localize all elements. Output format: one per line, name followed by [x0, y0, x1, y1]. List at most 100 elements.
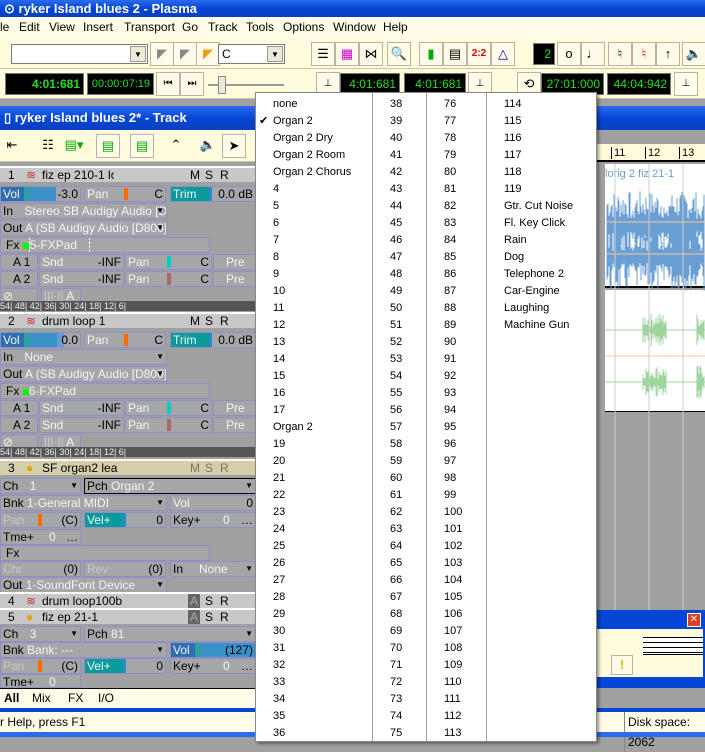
menu-item[interactable]: 39 [390, 113, 402, 130]
output-select[interactable]: Out A (SB Audigy Audio [D800] 3 ▼ [0, 366, 167, 382]
menu-item[interactable]: 76 [444, 96, 456, 113]
trim-slider[interactable]: Trim 0.0 dB [170, 332, 256, 348]
menu-item[interactable]: 26 [273, 555, 285, 572]
channel-select[interactable]: Ch 1 ▼ [0, 478, 81, 494]
menu-item[interactable]: 64 [390, 538, 402, 555]
solo-button[interactable]: S [205, 461, 213, 475]
midi-pan[interactable]: Pan (C) [0, 512, 81, 528]
menu-item[interactable]: 87 [444, 283, 456, 300]
menu-item[interactable]: 82 [444, 198, 456, 215]
envelope-icon[interactable]: ⌃ [164, 134, 188, 158]
menu-item[interactable]: Laughing [504, 300, 549, 317]
menu-item[interactable]: 88 [444, 300, 456, 317]
menu-item[interactable]: 51 [390, 317, 402, 334]
tab-mix[interactable]: Mix [32, 689, 51, 707]
menu-item[interactable]: 50 [390, 300, 402, 317]
menu-item[interactable]: 106 [444, 606, 462, 623]
chorus-level[interactable]: Chr (0) [0, 561, 81, 577]
record-button[interactable]: R [220, 610, 229, 624]
console-button[interactable]: ▮ [419, 42, 443, 66]
midi-volume[interactable]: Vol (127) [170, 642, 256, 658]
menu-item[interactable]: 63 [390, 521, 402, 538]
menu-item[interactable]: Organ 2 Dry [273, 130, 333, 147]
menu-item[interactable]: none [273, 96, 297, 113]
menu-item[interactable]: 9 [273, 266, 279, 283]
menu-insert[interactable]: Insert [83, 17, 113, 37]
menu-item[interactable]: 81 [444, 181, 456, 198]
menu-item[interactable]: 12 [273, 317, 285, 334]
time-offset[interactable]: Tme+ 0 [0, 674, 81, 688]
aux-send-2[interactable]: A 2 [0, 271, 38, 287]
loop-end-display[interactable]: 44:04:942 [607, 73, 671, 95]
pre-post-toggle[interactable]: Pre [213, 400, 256, 416]
tab-fx[interactable]: FX [68, 689, 83, 707]
menu-item[interactable]: 78 [444, 130, 456, 147]
fast-forward-button[interactable]: ⏭ [180, 72, 204, 96]
menu-item[interactable]: 74 [390, 708, 402, 725]
volume-slider[interactable]: Vol -3.0 [0, 186, 81, 202]
track-view2-icon[interactable]: ▤ [130, 134, 154, 158]
menu-item[interactable]: 89 [444, 317, 456, 334]
rewind-button[interactable]: ⏮ [156, 72, 180, 96]
menu-item[interactable]: 105 [444, 589, 462, 606]
menu-item[interactable]: 86 [444, 266, 456, 283]
channel-select[interactable]: Ch 3 ▼ [0, 626, 81, 642]
menu-item[interactable]: 55 [390, 385, 402, 402]
menu-item[interactable]: 52 [390, 334, 402, 351]
output-select[interactable]: Out A (SB Audigy Audio [D800] 3 ▼ [0, 220, 167, 236]
loop-end-button[interactable]: ⊥ [674, 72, 698, 96]
menu-file[interactable]: le [0, 17, 9, 37]
menu-item[interactable]: 56 [390, 402, 402, 419]
insert-track-icon[interactable]: ▤▾ [62, 134, 86, 158]
menu-item[interactable]: 30 [273, 623, 285, 640]
menu-item[interactable]: 38 [390, 96, 402, 113]
menu-item[interactable]: 71 [390, 657, 402, 674]
now-time-display[interactable]: 4:01:681 [5, 73, 84, 95]
track-header[interactable]: 2 ≋ drum loop 1 M S R [0, 312, 256, 328]
send-pan[interactable]: Pan C [125, 400, 212, 416]
count-in-button[interactable]: ↑ [656, 42, 680, 66]
menu-item[interactable]: 53 [390, 351, 402, 368]
menu-edit[interactable]: Edit [19, 17, 40, 37]
track-name[interactable]: fiz ep 21-1 [42, 610, 98, 624]
close-button[interactable]: ✕ [687, 613, 701, 627]
menu-tools[interactable]: Tools [246, 17, 274, 37]
menu-item[interactable]: 7 [273, 232, 279, 249]
key-offset[interactable]: Key+ 0… [170, 658, 256, 674]
metronome-record-button[interactable]: ♮ [632, 42, 656, 66]
menu-item[interactable]: 36 [273, 725, 285, 742]
menu-item[interactable]: 6 [273, 215, 279, 232]
mute-button[interactable]: M [190, 461, 200, 475]
speaker-icon[interactable]: 🔈 [682, 42, 705, 66]
audio-icon[interactable]: 🔈 [196, 134, 220, 158]
menu-item[interactable]: 67 [390, 589, 402, 606]
menu-item[interactable]: 98 [444, 470, 456, 487]
menu-item[interactable]: 115 [504, 113, 522, 130]
menu-item[interactable]: 77 [444, 113, 456, 130]
patch-select[interactable]: Pch Organ 2 ▼ [84, 478, 256, 494]
menu-item[interactable]: 20 [273, 453, 285, 470]
menu-item[interactable]: 65 [390, 555, 402, 572]
record-button[interactable]: R [220, 168, 229, 182]
velocity-offset[interactable]: Vel+ 0 [84, 658, 166, 674]
solo-button[interactable]: S [205, 314, 213, 328]
menu-item[interactable]: 15 [273, 368, 285, 385]
menu-item[interactable]: 22 [273, 487, 285, 504]
menu-item[interactable]: 73 [390, 691, 402, 708]
menu-item[interactable]: Organ 2 Room [273, 147, 345, 164]
menu-track[interactable]: Track [208, 17, 238, 37]
menu-item[interactable]: Organ 2 [273, 113, 313, 130]
menu-item[interactable]: 41 [390, 147, 402, 164]
menu-item[interactable]: 109 [444, 657, 462, 674]
menu-item[interactable]: 29 [273, 606, 285, 623]
track-header[interactable]: 3 ● SF organ2 lea M S R [0, 459, 256, 475]
midi-volume[interactable]: Vol 0 [170, 495, 256, 511]
time-offset[interactable]: Tme+ 0… [0, 529, 81, 545]
send-level[interactable]: Snd -INF [39, 417, 124, 433]
menu-item[interactable]: 57 [390, 419, 402, 436]
menu-item[interactable]: 68 [390, 606, 402, 623]
warning-button[interactable]: ! [611, 655, 633, 675]
menu-item[interactable]: 47 [390, 249, 402, 266]
bank-select[interactable]: Bnk Bank: --- ▼ [0, 642, 167, 658]
menu-item[interactable]: 118 [504, 164, 522, 181]
